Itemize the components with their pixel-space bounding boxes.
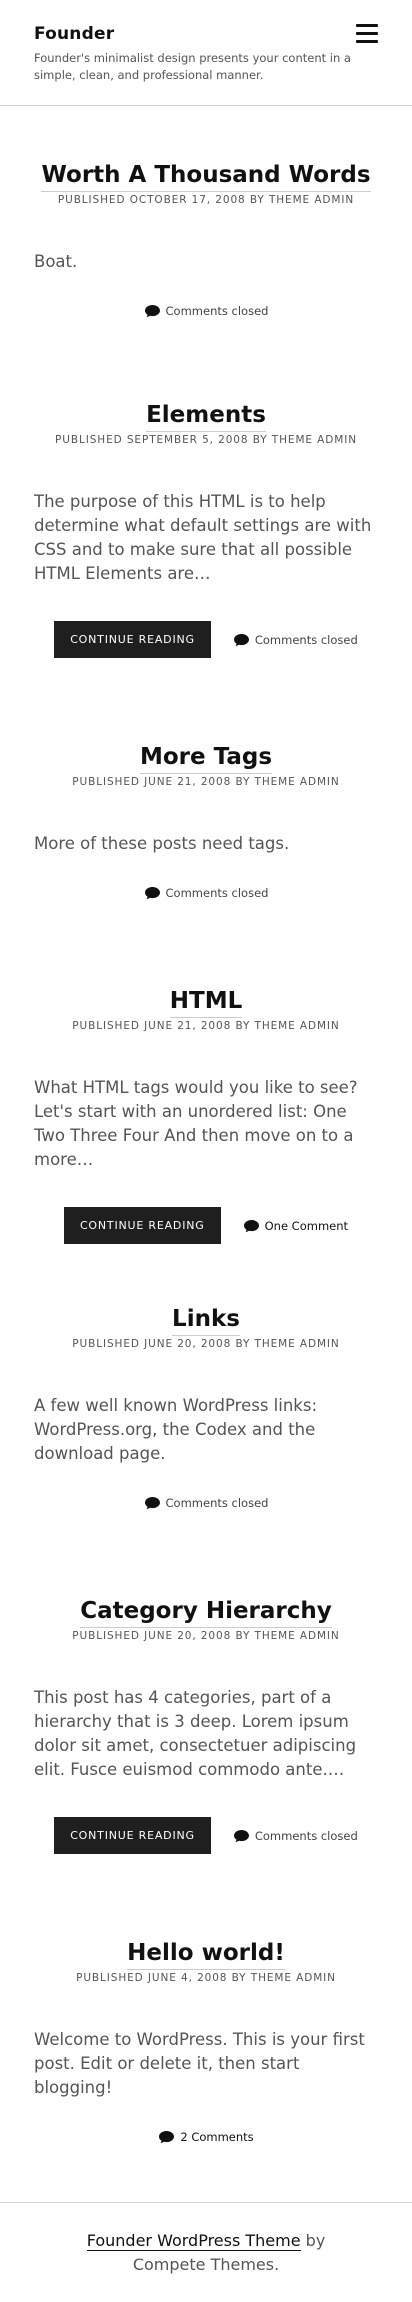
- post-title[interactable]: HTML: [169, 986, 243, 1018]
- continue-reading-button[interactable]: Continue Reading: [54, 621, 211, 658]
- post-author[interactable]: Theme Admin: [269, 194, 354, 206]
- post-meta: Published June 4, 2008 by Theme Admin: [76, 1972, 336, 1984]
- post-title[interactable]: Category Hierarchy: [80, 1596, 332, 1628]
- comment-bubble-icon: [144, 305, 160, 318]
- continue-reading-button[interactable]: Continue Reading: [63, 1207, 221, 1244]
- post-title[interactable]: Elements: [146, 400, 266, 432]
- page: Founder Founder's minimalist design pres…: [0, 0, 412, 2302]
- post-meta: Published June 20, 2008 by Theme Admin: [72, 1338, 340, 1350]
- post-author[interactable]: Theme Admin: [255, 776, 340, 788]
- post-author[interactable]: Theme Admin: [251, 1972, 336, 1984]
- post-date[interactable]: June 20, 2008: [144, 1338, 231, 1350]
- comments-link[interactable]: 2 Comments: [158, 2130, 254, 2144]
- post-title[interactable]: Links: [172, 1304, 240, 1336]
- post: Elements Published September 5, 2008 by …: [0, 400, 412, 658]
- hamburger-menu-icon[interactable]: [356, 24, 378, 46]
- post: More Tags Published June 21, 2008 by The…: [0, 742, 412, 900]
- post: HTML Published June 21, 2008 by Theme Ad…: [0, 986, 412, 1244]
- comment-bubble-icon: [233, 633, 249, 646]
- post-date[interactable]: September 5, 2008: [127, 434, 249, 446]
- comment-bubble-icon: [144, 887, 160, 900]
- post: Links Published June 20, 2008 by Theme A…: [0, 1304, 412, 1510]
- post: Hello world! Published June 4, 2008 by T…: [0, 1938, 412, 2144]
- comment-bubble-icon: [144, 1497, 160, 1510]
- post-date[interactable]: June 21, 2008: [144, 1020, 231, 1032]
- post-excerpt: A few well known WordPress links: WordPr…: [34, 1396, 318, 1463]
- continue-reading-button[interactable]: Continue Reading: [54, 1817, 211, 1854]
- post-excerpt: This post has 4 categories, part of a hi…: [34, 1688, 357, 1779]
- post-title[interactable]: More Tags: [139, 742, 273, 774]
- comment-bubble-icon: [243, 1219, 259, 1232]
- post-excerpt: What HTML tags would you like to see? Le…: [34, 1078, 358, 1169]
- post-title[interactable]: Worth A Thousand Words: [41, 160, 371, 192]
- post-author[interactable]: Theme Admin: [255, 1630, 340, 1642]
- post-author[interactable]: Theme Admin: [255, 1020, 340, 1032]
- post-meta: Published June 21, 2008 by Theme Admin: [72, 776, 340, 788]
- post-excerpt: The purpose of this HTML is to help dete…: [34, 492, 372, 583]
- post-meta: Published June 20, 2008 by Theme Admin: [72, 1630, 340, 1642]
- comment-bubble-icon: [159, 2131, 175, 2144]
- comments-status: Comments closed: [233, 633, 358, 647]
- post-author[interactable]: Theme Admin: [272, 434, 357, 446]
- theme-credit-link[interactable]: Founder WordPress Theme: [86, 2231, 301, 2251]
- post-meta: Published September 5, 2008 by Theme Adm…: [55, 434, 357, 446]
- post-excerpt: More of these posts need tags.: [34, 834, 290, 853]
- post-date[interactable]: June 20, 2008: [144, 1630, 231, 1642]
- comments-status: Comments closed: [233, 1829, 358, 1843]
- site-header: Founder Founder's minimalist design pres…: [0, 0, 412, 106]
- post: Worth A Thousand Words Published October…: [0, 160, 412, 318]
- comments-status: Comments closed: [144, 1496, 268, 1510]
- comment-bubble-icon: [233, 1829, 249, 1842]
- post-date[interactable]: October 17, 2008: [130, 194, 246, 206]
- site-footer: Founder WordPress Theme by Compete Theme…: [0, 2202, 412, 2277]
- site-title[interactable]: Founder: [34, 24, 378, 44]
- post-date[interactable]: June 21, 2008: [144, 776, 231, 788]
- comments-link[interactable]: One Comment: [243, 1219, 348, 1233]
- post: Category Hierarchy Published June 20, 20…: [0, 1596, 412, 1854]
- post-date[interactable]: June 4, 2008: [148, 1972, 228, 1984]
- post-meta: Published October 17, 2008 by Theme Admi…: [57, 194, 355, 206]
- post-meta: Published June 21, 2008 by Theme Admin: [72, 1020, 340, 1032]
- site-tagline: Founder's minimalist design presents you…: [34, 51, 351, 82]
- comments-status: Comments closed: [144, 304, 268, 318]
- post-author[interactable]: Theme Admin: [255, 1338, 340, 1350]
- post-excerpt: Boat.: [34, 252, 78, 271]
- comments-status: Comments closed: [144, 886, 268, 900]
- post-excerpt: Welcome to WordPress. This is your first…: [34, 2030, 365, 2097]
- post-title[interactable]: Hello world!: [127, 1938, 285, 1970]
